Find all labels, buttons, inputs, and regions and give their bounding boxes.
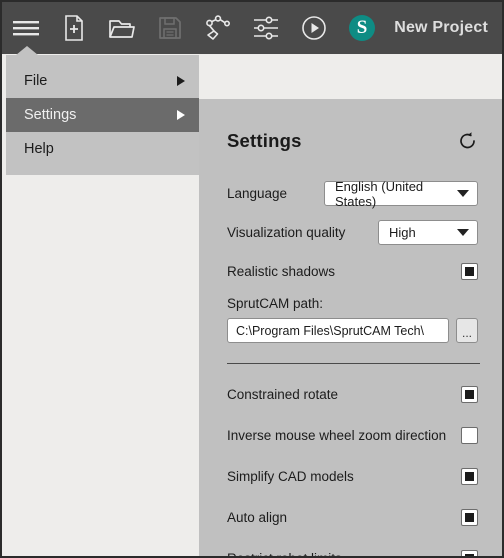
row-inverse-mouse-wheel-zoom: Inverse mouse wheel zoom direction xyxy=(227,421,478,450)
language-value: English (United States) xyxy=(335,178,424,209)
settings-rows-bottom: Constrained rotate Inverse mouse wheel z… xyxy=(199,380,502,556)
settings-header: Settings xyxy=(199,99,502,153)
menu-item-label: Help xyxy=(24,141,54,157)
simplify-cad-models-checkbox[interactable] xyxy=(461,468,478,485)
language-select[interactable]: English (United States) xyxy=(324,178,478,209)
section-divider xyxy=(227,363,480,364)
application-window: S New Project File Settings Help Setting… xyxy=(0,0,504,558)
new-document-icon[interactable] xyxy=(50,2,98,54)
inverse-mouse-wheel-zoom-label: Inverse mouse wheel zoom direction xyxy=(227,428,447,443)
sprutcam-path-value: C:\Program Files\SprutCAM Tech\ xyxy=(236,323,425,338)
realistic-shadows-checkbox[interactable] xyxy=(461,263,478,280)
checkbox-mark-icon xyxy=(465,390,474,399)
play-circle-icon[interactable] xyxy=(290,2,338,54)
browse-path-button[interactable]: ... xyxy=(456,318,478,343)
sprutcam-path-input[interactable]: C:\Program Files\SprutCAM Tech\ xyxy=(227,318,449,343)
menu-item-file[interactable]: File xyxy=(6,64,199,98)
restrict-robot-limits-label: Restrict robot limits xyxy=(227,551,342,556)
row-restrict-robot-limits: Restrict robot limits xyxy=(227,544,478,556)
open-folder-icon[interactable] xyxy=(98,2,146,54)
auto-align-label: Auto align xyxy=(227,510,288,525)
logo-letter: S xyxy=(356,16,368,38)
menu-item-help[interactable]: Help xyxy=(6,132,199,166)
row-constrained-rotate: Constrained rotate xyxy=(227,380,478,409)
menu-item-label: Settings xyxy=(24,107,77,123)
settings-rows-top: Language English (United States) Visuali… xyxy=(199,179,502,343)
sliders-settings-icon[interactable] xyxy=(242,2,290,54)
row-visualization-quality: Visualization quality High xyxy=(227,218,478,247)
row-simplify-cad-models: Simplify CAD models xyxy=(227,462,478,491)
checkbox-mark-icon xyxy=(465,554,474,556)
checkbox-mark-icon xyxy=(465,267,474,276)
constrained-rotate-checkbox[interactable] xyxy=(461,386,478,403)
main-menu-panel: File Settings Help xyxy=(6,55,199,175)
page-title: Settings xyxy=(227,130,302,151)
project-title: New Project xyxy=(394,19,488,36)
menu-item-settings[interactable]: Settings xyxy=(6,98,199,132)
row-language: Language English (United States) xyxy=(227,178,478,209)
menu-pointer-arrow xyxy=(16,46,38,55)
robot-arm-icon[interactable] xyxy=(194,2,242,54)
menu-item-label: File xyxy=(24,73,48,89)
reset-counterclockwise-icon[interactable] xyxy=(456,129,480,153)
chevron-right-icon xyxy=(177,110,185,120)
save-floppy-icon[interactable] xyxy=(146,2,194,54)
top-toolbar: S New Project xyxy=(2,2,502,54)
constrained-rotate-label: Constrained rotate xyxy=(227,387,339,402)
settings-panel: Settings Language English (United States… xyxy=(199,99,502,556)
inverse-mouse-wheel-zoom-checkbox[interactable] xyxy=(461,427,478,444)
checkbox-mark-icon xyxy=(465,513,474,522)
sprutcam-path-label: SprutCAM path: xyxy=(227,296,324,311)
logo-circle: S xyxy=(349,15,375,41)
sprutcam-logo-icon[interactable]: S xyxy=(338,2,386,54)
chevron-down-icon xyxy=(457,190,469,197)
realistic-shadows-label: Realistic shadows xyxy=(227,264,336,279)
visualization-quality-value: High xyxy=(389,225,416,240)
language-label: Language xyxy=(227,186,288,201)
chevron-down-icon xyxy=(457,229,469,236)
simplify-cad-models-label: Simplify CAD models xyxy=(227,469,354,484)
chevron-right-icon xyxy=(177,76,185,86)
restrict-robot-limits-checkbox[interactable] xyxy=(461,550,478,556)
row-sprutcam-path: C:\Program Files\SprutCAM Tech\ ... xyxy=(227,318,478,343)
auto-align-checkbox[interactable] xyxy=(461,509,478,526)
checkbox-mark-icon xyxy=(465,472,474,481)
visualization-quality-label: Visualization quality xyxy=(227,225,346,240)
visualization-quality-select[interactable]: High xyxy=(378,220,478,245)
row-auto-align: Auto align xyxy=(227,503,478,532)
row-realistic-shadows: Realistic shadows xyxy=(227,257,478,286)
